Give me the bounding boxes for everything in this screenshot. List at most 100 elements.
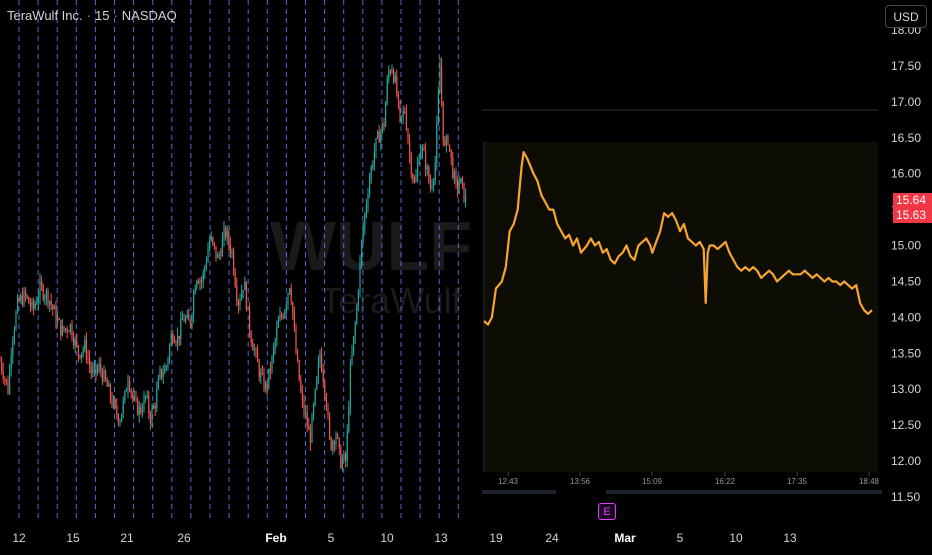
candle-body xyxy=(362,228,364,241)
candle-body xyxy=(193,293,195,315)
candle-body xyxy=(151,408,153,423)
candle-body xyxy=(229,244,231,253)
candle-body xyxy=(159,368,161,379)
candle-body xyxy=(41,281,43,287)
candle-body xyxy=(378,131,380,143)
candle-body xyxy=(329,415,331,438)
candle-body xyxy=(10,356,12,369)
candle-body xyxy=(397,95,399,102)
y-tick-label: 15.00 xyxy=(891,239,921,253)
candle-body xyxy=(402,111,404,117)
candle-body xyxy=(202,272,204,282)
candle-body xyxy=(282,316,284,318)
candle-body xyxy=(393,69,395,83)
candle-body xyxy=(287,293,289,304)
candle-body xyxy=(394,75,396,82)
chart-area[interactable]: WULF TeraWulf 12:43 13:56 15:09 16:22 17:35 18… xyxy=(0,0,932,550)
candle-body xyxy=(1,360,3,371)
candle-body xyxy=(405,112,407,130)
candle-body xyxy=(76,339,78,346)
y-tick-label: 13.00 xyxy=(891,382,921,396)
candle-body xyxy=(133,398,135,399)
candle-body xyxy=(391,69,393,73)
candle-body xyxy=(293,314,295,329)
y-tick-label: 11.50 xyxy=(891,490,920,504)
candle-body xyxy=(385,103,387,127)
candle-body xyxy=(349,364,351,408)
candle-body xyxy=(325,395,327,408)
earnings-badge[interactable]: E xyxy=(598,503,616,520)
candle-body xyxy=(98,364,100,369)
candle-body xyxy=(77,345,79,356)
candle-body xyxy=(338,437,340,448)
candle-body xyxy=(439,65,441,94)
candle-body xyxy=(319,353,321,363)
candle-body xyxy=(124,391,126,401)
y-tick-label: 14.00 xyxy=(891,310,921,324)
y-tick-label: 12.50 xyxy=(891,418,921,432)
candle-body xyxy=(265,383,267,390)
currency-button[interactable]: USD xyxy=(885,5,927,28)
candle-body xyxy=(105,370,107,380)
candle-body xyxy=(322,371,324,383)
candle-body xyxy=(263,373,265,390)
candle-body xyxy=(450,149,452,158)
candle-body xyxy=(345,454,347,461)
candle-body xyxy=(186,314,188,318)
candle-body xyxy=(421,148,423,152)
candle-body xyxy=(65,328,67,330)
candle-body xyxy=(305,412,307,414)
x-tick-label: 13 xyxy=(434,531,448,545)
candle-body xyxy=(244,282,246,291)
candle-body xyxy=(100,364,102,371)
candle-body xyxy=(45,290,47,298)
y-tick-label: 14.50 xyxy=(891,275,921,289)
candle-body xyxy=(277,320,279,328)
y-tick-label: 16.50 xyxy=(891,131,921,145)
candle-body xyxy=(258,361,260,378)
candle-body xyxy=(377,131,379,139)
candle-body xyxy=(241,291,243,300)
company-name: TeraWulf Inc. xyxy=(7,8,83,23)
exchange-label: NASDAQ xyxy=(121,8,177,23)
price-tag-lower: 15.63 xyxy=(893,208,932,223)
candle-body xyxy=(457,181,459,190)
candle-body xyxy=(306,412,308,427)
candle-body xyxy=(132,392,134,398)
candle-body xyxy=(0,360,1,362)
candle-body xyxy=(36,302,38,305)
candle-body xyxy=(257,350,259,362)
chart-svg: WULFTeraWulf 12:43 13:56 15:09 16:22 17:35 18… xyxy=(0,0,921,550)
candle-body xyxy=(21,295,23,306)
candle-body xyxy=(92,369,94,373)
candle-body xyxy=(463,182,465,202)
candle-body xyxy=(180,319,182,339)
candle-body xyxy=(156,389,158,409)
candle-body xyxy=(191,314,193,326)
candle-body xyxy=(327,407,329,416)
candle-body xyxy=(189,320,191,326)
candle-body xyxy=(228,231,230,245)
candle-body xyxy=(114,400,116,406)
candle-body xyxy=(354,323,356,337)
candle-body xyxy=(141,410,143,413)
candle-body xyxy=(73,337,75,346)
symbol-header[interactable]: TeraWulf Inc. · 15 · NASDAQ xyxy=(7,8,177,23)
x-tick-label: 26 xyxy=(177,531,191,545)
candle-body xyxy=(209,240,211,250)
watermark-ticker: WULF xyxy=(270,207,472,285)
candle-body xyxy=(369,180,371,195)
candle-body xyxy=(25,290,27,296)
candle-body xyxy=(444,141,446,145)
candle-body xyxy=(361,240,363,262)
candle-body xyxy=(453,171,455,178)
candle-body xyxy=(341,459,343,468)
candle-body xyxy=(5,379,7,381)
candle-body xyxy=(217,255,219,258)
candle-body xyxy=(460,178,462,184)
candle-body xyxy=(425,150,427,170)
candle-body xyxy=(273,347,275,357)
candle-body xyxy=(375,138,377,152)
candle-body xyxy=(119,421,121,423)
candle-body xyxy=(196,280,198,288)
